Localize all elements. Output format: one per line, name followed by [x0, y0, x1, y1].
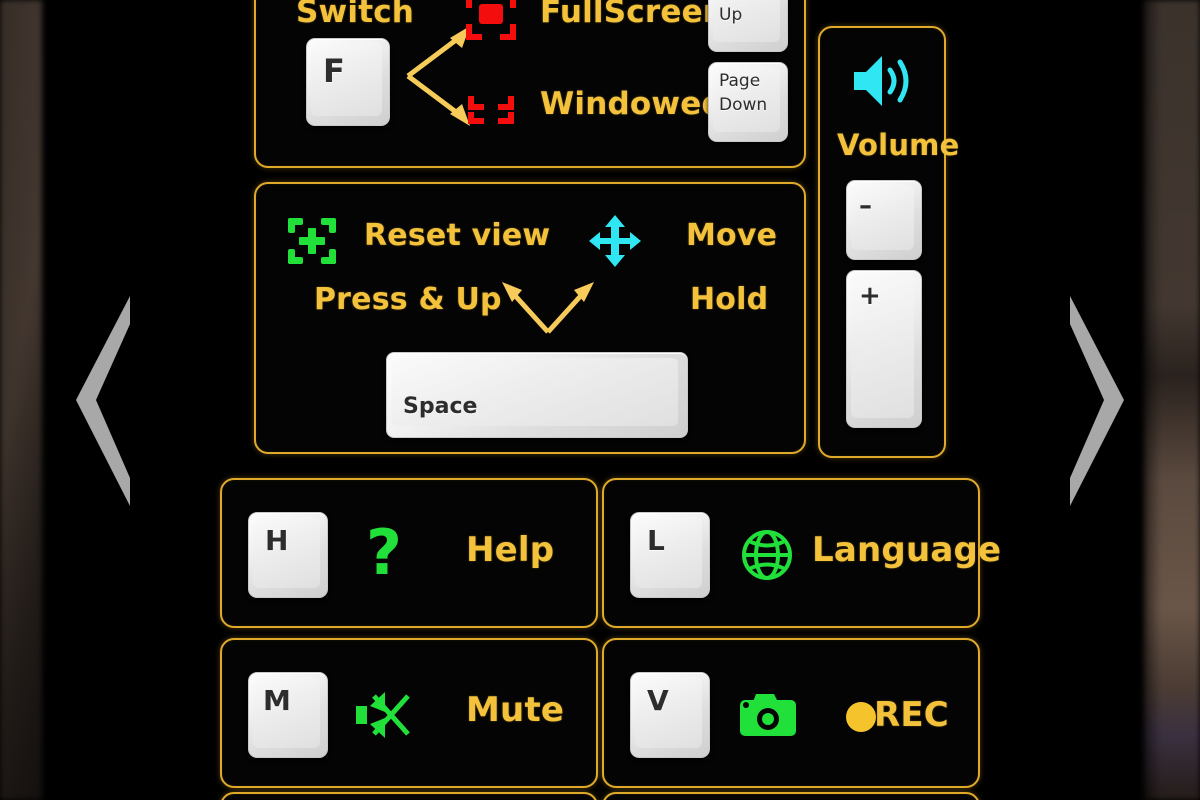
background-photo-left	[0, 0, 42, 800]
next-panel-left	[220, 792, 598, 800]
page-down-key-line1: Page	[719, 71, 761, 91]
hold-label: Hold	[690, 282, 769, 317]
move-label: Move	[686, 218, 778, 253]
m-key-label: M	[263, 684, 291, 717]
windowed-icon	[464, 82, 518, 134]
f-key-cap	[311, 43, 382, 116]
speaker-icon	[850, 50, 916, 112]
page-up-key-line2: Up	[719, 5, 743, 25]
l-key-cap	[635, 517, 702, 588]
help-panel: H ? Help	[220, 478, 598, 628]
reset-view-icon	[286, 216, 338, 266]
press-and-up-label: Press & Up	[314, 282, 502, 317]
split-arrows-icon	[496, 276, 600, 338]
reset-view-label: Reset view	[364, 218, 551, 253]
space-key[interactable]: Space	[386, 352, 688, 438]
l-key[interactable]: L	[630, 512, 710, 598]
camera-icon	[740, 692, 796, 738]
rec-label: REC	[874, 695, 949, 735]
v-key-label: V	[647, 684, 669, 717]
volume-down-key[interactable]: –	[846, 180, 922, 260]
background-photo-right	[1144, 0, 1200, 800]
l-key-label: L	[647, 524, 665, 557]
v-key[interactable]: V	[630, 672, 710, 758]
language-label: Language	[812, 530, 1002, 570]
language-panel: L Language	[602, 478, 1001, 628]
mute-panel: M Mute	[220, 638, 598, 788]
rec-dot-icon	[846, 702, 876, 732]
display-mode-panel: Switch F FullScreen Windowed Up Page Dow…	[254, 0, 806, 168]
volume-down-key-label: –	[859, 191, 872, 221]
page-down-key-line2: Down	[719, 95, 768, 115]
volume-label: Volume	[837, 128, 960, 162]
record-panel: V REC	[602, 638, 980, 788]
previous-page-arrow[interactable]	[72, 296, 132, 506]
volume-panel: Volume – +	[818, 26, 959, 458]
volume-up-key[interactable]: +	[846, 270, 922, 428]
page-up-key[interactable]: Page Up	[708, 0, 788, 52]
m-key[interactable]: M	[248, 672, 328, 758]
next-panel-right	[602, 792, 980, 800]
page-down-key[interactable]: Page Down	[708, 62, 788, 142]
fullscreen-icon	[464, 0, 518, 42]
move-icon	[588, 214, 642, 268]
view-control-panel: Reset view Move Press & Up Hold Space	[254, 182, 806, 454]
svg-text:?: ?	[366, 518, 402, 589]
volume-up-key-label: +	[859, 281, 881, 311]
fullscreen-label: FullScreen	[540, 0, 726, 30]
h-key-label: H	[265, 524, 289, 557]
display-panel-title: Switch	[296, 0, 415, 30]
help-overlay-screen: Switch F FullScreen Windowed Up Page Dow…	[0, 0, 1200, 800]
f-key-label: F	[323, 52, 345, 90]
h-key[interactable]: H	[248, 512, 328, 598]
next-page-arrow[interactable]	[1068, 296, 1128, 506]
mute-icon	[354, 686, 412, 744]
windowed-label: Windowed	[540, 86, 724, 122]
mute-label: Mute	[466, 690, 565, 730]
globe-icon	[740, 528, 794, 582]
help-label: Help	[466, 530, 555, 570]
question-mark-icon: ?	[360, 518, 408, 590]
space-key-label: Space	[403, 394, 478, 419]
f-key[interactable]: F	[306, 38, 390, 126]
